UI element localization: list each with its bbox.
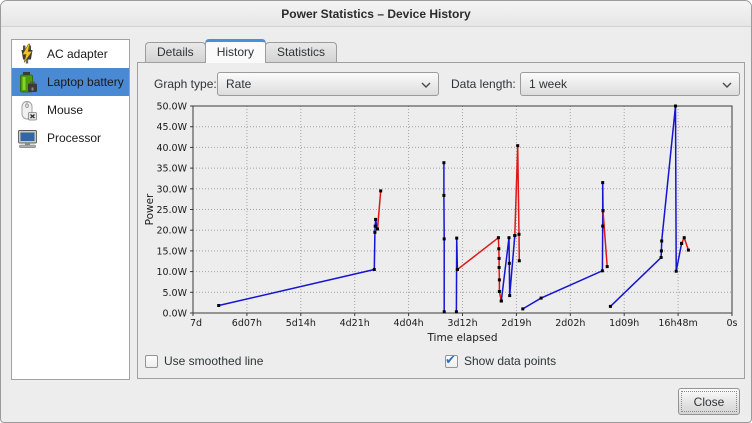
battery-icon — [15, 70, 39, 94]
tab-label: Details — [157, 45, 194, 59]
processor-icon — [15, 126, 39, 150]
use-smoothed-line-label: Use smoothed line — [164, 354, 263, 369]
svg-text:35.0W: 35.0W — [156, 164, 187, 175]
tab-history[interactable]: History — [205, 39, 266, 63]
sidebar-item-label: AC adapter — [47, 47, 108, 61]
mouse-icon — [15, 98, 39, 122]
svg-text:4d04h: 4d04h — [394, 318, 424, 329]
tab-details[interactable]: Details — [145, 42, 206, 62]
svg-text:50.0W: 50.0W — [156, 102, 187, 113]
svg-text:30.0W: 30.0W — [156, 184, 187, 195]
tab-label: History — [217, 45, 254, 59]
svg-text:3d12h: 3d12h — [447, 318, 477, 329]
data-length-label: Data length: — [451, 72, 516, 96]
svg-text:25.0W: 25.0W — [156, 205, 187, 216]
window-title: Power Statistics – Device History — [281, 7, 470, 21]
close-button[interactable]: Close — [678, 388, 740, 415]
svg-text:4d21h: 4d21h — [340, 318, 370, 329]
sidebar-item-label: Laptop battery — [47, 75, 124, 89]
svg-text:10.0W: 10.0W — [156, 267, 187, 278]
graph-controls: Graph type: Rate Data length: 1 week — [138, 72, 744, 96]
history-chart: 7d 6d07h 5d14h 4d21h 4d04h 3d12h 2d19h 2d02h 1d0… — [142, 100, 742, 350]
svg-text:5d14h: 5d14h — [286, 318, 316, 329]
chevron-down-icon — [722, 82, 732, 89]
data-length-value: 1 week — [529, 77, 567, 91]
show-data-points-checkbox[interactable]: ✔ — [445, 355, 458, 368]
sidebar-item-label: Mouse — [47, 103, 83, 117]
svg-text:Power: Power — [144, 193, 156, 225]
svg-text:7d: 7d — [190, 318, 202, 329]
graph-type-label: Graph type: — [154, 72, 217, 96]
svg-text:0.0W: 0.0W — [162, 309, 187, 320]
chevron-down-icon — [421, 82, 431, 89]
svg-text:2d02h: 2d02h — [555, 318, 585, 329]
graph-type-value: Rate — [226, 77, 251, 91]
sidebar-item-ac-adapter[interactable]: AC adapter — [12, 40, 129, 68]
show-data-points-label: Show data points — [464, 354, 556, 369]
svg-text:Time elapsed: Time elapsed — [426, 332, 497, 344]
sidebar-item-laptop-battery[interactable]: Laptop battery — [12, 68, 129, 96]
data-length-select[interactable]: 1 week — [520, 72, 740, 96]
svg-text:40.0W: 40.0W — [156, 143, 187, 154]
tab-statistics[interactable]: Statistics — [265, 42, 337, 62]
notebook-tabs: Details History Statistics — [145, 39, 336, 63]
svg-text:6d07h: 6d07h — [232, 318, 262, 329]
power-statistics-window: Power Statistics – Device History AC ada… — [0, 0, 752, 423]
titlebar[interactable]: Power Statistics – Device History — [1, 1, 751, 27]
svg-text:15.0W: 15.0W — [156, 246, 187, 257]
tab-label: Statistics — [277, 45, 325, 59]
sidebar-item-processor[interactable]: Processor — [12, 124, 129, 152]
sidebar-item-label: Processor — [47, 131, 101, 145]
svg-text:0s: 0s — [727, 318, 738, 329]
svg-text:5.0W: 5.0W — [162, 288, 187, 299]
ac-adapter-icon — [15, 42, 39, 66]
svg-text:45.0W: 45.0W — [156, 122, 187, 133]
check-icon: ✔ — [445, 352, 456, 368]
svg-text:1d09h: 1d09h — [609, 318, 639, 329]
svg-text:16h48m: 16h48m — [658, 318, 697, 329]
history-panel: Graph type: Rate Data length: 1 week 7d 6… — [137, 62, 745, 379]
use-smoothed-line-checkbox[interactable]: ✔ — [145, 355, 158, 368]
sidebar-item-mouse[interactable]: Mouse — [12, 96, 129, 124]
svg-text:20.0W: 20.0W — [156, 226, 187, 237]
svg-text:2d19h: 2d19h — [501, 318, 531, 329]
graph-type-select[interactable]: Rate — [217, 72, 439, 96]
device-list: AC adapter Laptop battery Mouse — [11, 39, 130, 380]
